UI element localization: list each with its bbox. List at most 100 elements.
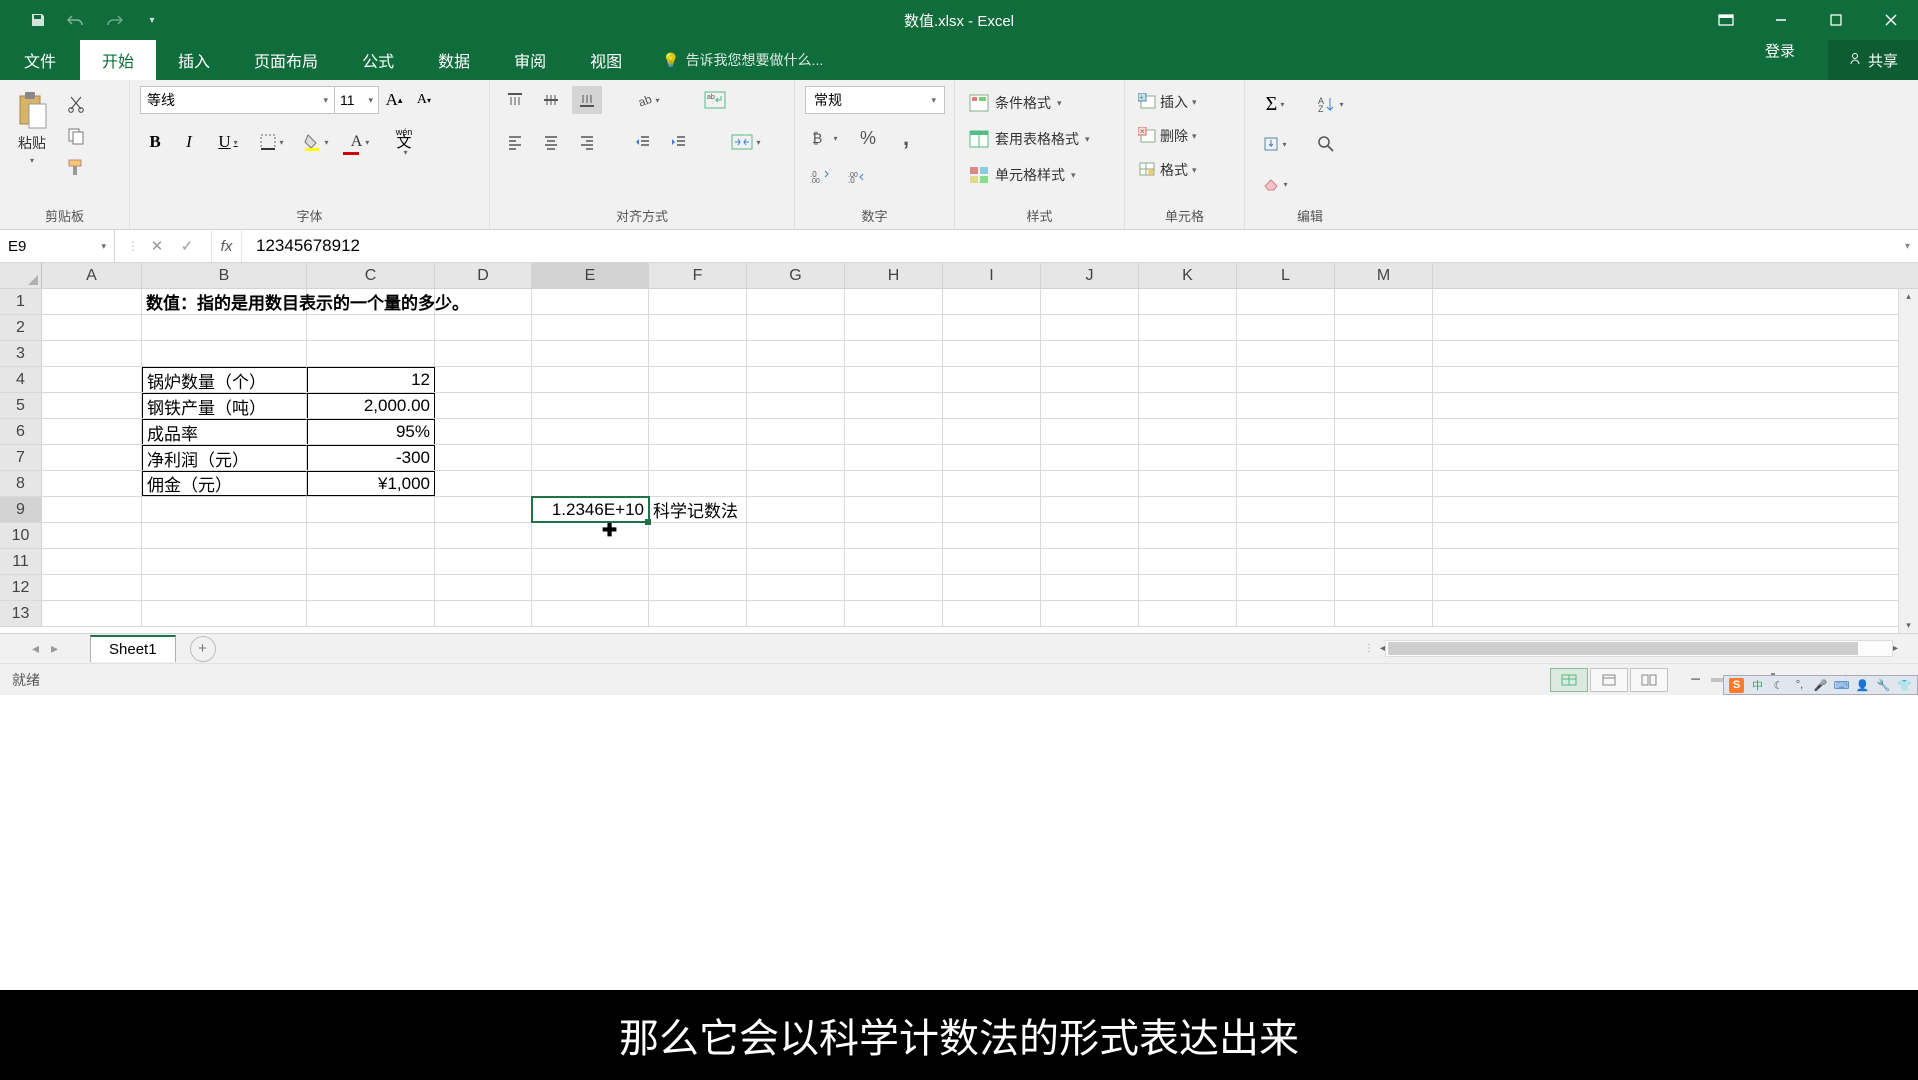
align-right-icon[interactable]: [572, 128, 602, 156]
cell[interactable]: [1237, 419, 1335, 444]
undo-icon[interactable]: [66, 10, 86, 30]
cell[interactable]: [1237, 445, 1335, 470]
cell[interactable]: [649, 445, 747, 470]
cell[interactable]: [1335, 601, 1433, 626]
formula-bar-menu-icon[interactable]: ⋮: [127, 239, 139, 253]
cell[interactable]: [1041, 497, 1139, 522]
decrease-decimal-icon[interactable]: .00.0: [843, 162, 873, 190]
sheet-next-icon[interactable]: ▸: [51, 640, 58, 657]
cell[interactable]: [1041, 315, 1139, 340]
cell[interactable]: [435, 523, 532, 548]
cell[interactable]: [435, 419, 532, 444]
paste-button[interactable]: 粘贴 ▾: [10, 86, 54, 169]
cell[interactable]: [1139, 523, 1237, 548]
cell[interactable]: [747, 341, 845, 366]
cell[interactable]: [1139, 289, 1237, 314]
cell[interactable]: [943, 523, 1041, 548]
cell[interactable]: [1041, 523, 1139, 548]
save-icon[interactable]: [28, 10, 48, 30]
sheet-prev-icon[interactable]: ◂: [32, 640, 39, 657]
increase-decimal-icon[interactable]: .0.00: [805, 162, 835, 190]
decrease-font-icon[interactable]: A▾: [409, 86, 439, 114]
cell-C4[interactable]: 12: [307, 367, 435, 392]
cell[interactable]: [1335, 523, 1433, 548]
row-header[interactable]: 5: [0, 393, 42, 418]
cell-B1[interactable]: 数值：指的是用数目表示的一个量的多少。: [142, 289, 307, 314]
col-header-L[interactable]: L: [1237, 263, 1335, 288]
cell[interactable]: [1237, 341, 1335, 366]
row-header[interactable]: 1: [0, 289, 42, 314]
cell[interactable]: [845, 601, 943, 626]
increase-indent-icon[interactable]: [664, 128, 694, 156]
tab-insert[interactable]: 插入: [156, 40, 232, 80]
cell[interactable]: [435, 445, 532, 470]
cell[interactable]: [845, 471, 943, 496]
cell[interactable]: [532, 523, 649, 548]
cell[interactable]: [42, 549, 142, 574]
cell[interactable]: [943, 471, 1041, 496]
cell[interactable]: [747, 367, 845, 392]
cell[interactable]: [142, 341, 307, 366]
cell[interactable]: [649, 575, 747, 600]
cell[interactable]: [435, 393, 532, 418]
cell-B7[interactable]: 净利润（元）: [142, 445, 307, 470]
col-header-J[interactable]: J: [1041, 263, 1139, 288]
format-cells-button[interactable]: 格式 ▾: [1135, 158, 1200, 182]
cell[interactable]: [1335, 315, 1433, 340]
cell[interactable]: [747, 471, 845, 496]
cell[interactable]: [943, 315, 1041, 340]
tab-view[interactable]: 视图: [568, 40, 644, 80]
align-center-icon[interactable]: [536, 128, 566, 156]
cell[interactable]: [1041, 549, 1139, 574]
row-header[interactable]: 7: [0, 445, 42, 470]
cell[interactable]: [845, 393, 943, 418]
tab-home[interactable]: 开始: [80, 40, 156, 80]
cell[interactable]: [1237, 601, 1335, 626]
name-box[interactable]: E9▾: [0, 230, 115, 262]
cell-styles-button[interactable]: 单元格样式 ▾: [965, 162, 1080, 188]
cell[interactable]: [307, 497, 435, 522]
cell[interactable]: [1237, 523, 1335, 548]
cell[interactable]: [307, 523, 435, 548]
align-top-icon[interactable]: [500, 86, 530, 114]
delete-cells-button[interactable]: ×删除 ▾: [1135, 124, 1200, 148]
cell[interactable]: [307, 601, 435, 626]
cell[interactable]: [42, 419, 142, 444]
cell[interactable]: [42, 393, 142, 418]
phonetic-guide-button[interactable]: wén文: [384, 128, 424, 156]
col-header-M[interactable]: M: [1335, 263, 1433, 288]
cell[interactable]: [747, 575, 845, 600]
cell[interactable]: [1041, 471, 1139, 496]
formula-input[interactable]: 12345678912 ▾: [242, 230, 1918, 262]
cell[interactable]: [649, 341, 747, 366]
horizontal-scrollbar[interactable]: ⋮ ◂ ▸: [1358, 640, 1898, 658]
cell-B6[interactable]: 成品率: [142, 419, 307, 444]
cell[interactable]: [435, 471, 532, 496]
cell[interactable]: [943, 497, 1041, 522]
row-header[interactable]: 4: [0, 367, 42, 392]
cell[interactable]: [1335, 497, 1433, 522]
col-header-H[interactable]: H: [845, 263, 943, 288]
insert-cells-button[interactable]: +插入 ▾: [1135, 90, 1200, 114]
share-button[interactable]: 共享: [1828, 40, 1918, 80]
cell-C8[interactable]: ¥1,000: [307, 471, 435, 496]
cell[interactable]: [943, 601, 1041, 626]
page-break-view-icon[interactable]: [1630, 668, 1668, 692]
enter-formula-icon[interactable]: ✓: [175, 234, 199, 258]
col-header-B[interactable]: B: [142, 263, 307, 288]
normal-view-icon[interactable]: [1550, 668, 1588, 692]
cell[interactable]: [649, 367, 747, 392]
cell[interactable]: [943, 575, 1041, 600]
cell[interactable]: [42, 497, 142, 522]
cell[interactable]: [943, 445, 1041, 470]
font-size-combo[interactable]: 11▾: [335, 86, 379, 114]
sheet-tab-sheet1[interactable]: Sheet1: [90, 635, 176, 662]
increase-font-icon[interactable]: A▴: [379, 86, 409, 114]
clear-button[interactable]: [1255, 170, 1295, 198]
col-header-G[interactable]: G: [747, 263, 845, 288]
cell[interactable]: [747, 523, 845, 548]
cell[interactable]: [845, 419, 943, 444]
find-select-button[interactable]: [1311, 130, 1341, 158]
cell[interactable]: [42, 367, 142, 392]
row-header[interactable]: 11: [0, 549, 42, 574]
